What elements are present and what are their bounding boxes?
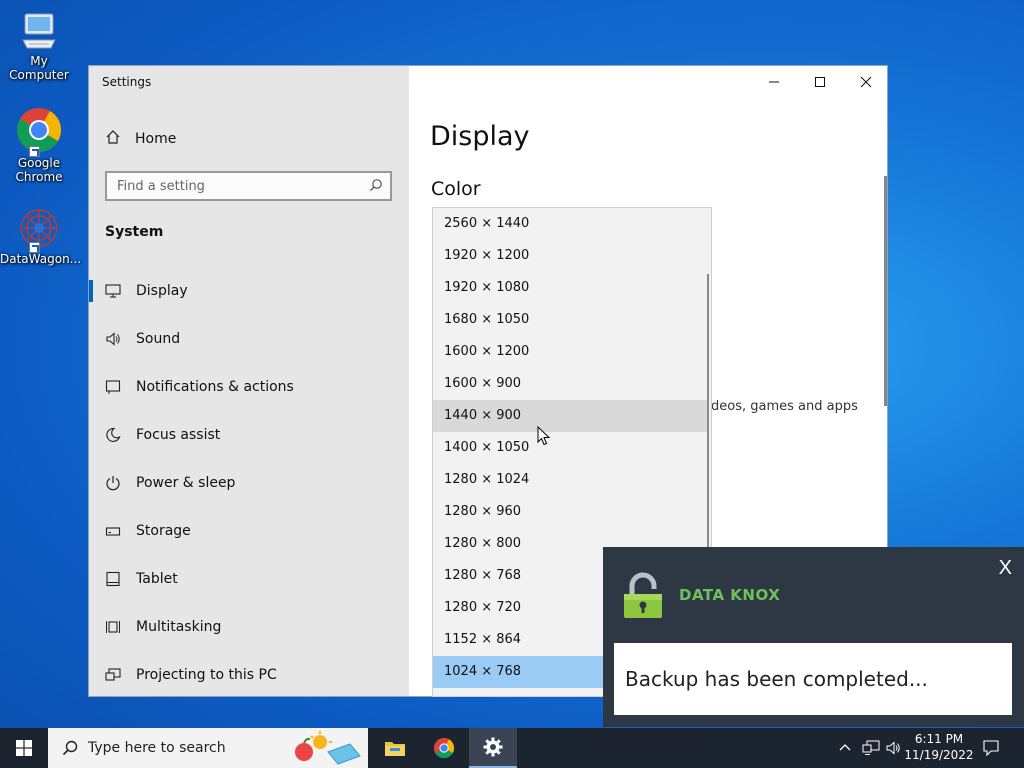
resolution-option[interactable]: 1280 × 1024 [433,464,708,496]
find-setting-input[interactable]: Find a setting [105,171,392,201]
page-title: Display [430,121,530,152]
minimize-button[interactable] [751,66,797,98]
close-button[interactable] [843,66,887,98]
nav-item-label: Sound [136,331,181,347]
power-icon [105,475,121,491]
folder-icon [385,742,405,756]
nav-item-label: Projecting to this PC [136,667,277,683]
resolution-option[interactable]: 1440 × 900 [433,400,708,432]
partially-hidden-text: deos, games and apps [711,399,858,414]
nav-item-multitasking[interactable]: Multitasking [89,607,409,647]
speaker-icon [105,331,121,347]
maximize-icon [815,77,825,87]
nav-item-label: Notifications & actions [136,379,294,395]
nav-item-label: Power & sleep [136,475,236,491]
nav-item-label: Focus assist [136,427,221,443]
multitasking-icon [105,619,121,635]
resolution-option[interactable]: 1600 × 900 [433,368,708,400]
windows-logo-icon [16,740,32,756]
desktop-icon-label: My Computer [9,54,69,82]
home-link[interactable]: Home [105,129,176,149]
nav-item-power-sleep[interactable]: Power & sleep [89,463,409,503]
resolution-option[interactable]: 2560 × 1440 [433,208,708,240]
clock-time: 6:11 PM [914,732,964,746]
taskbar: Type here to search 6:11 PM 11/19/2022 [0,728,1024,768]
nav-item-notifications[interactable]: Notifications & actions [89,367,409,407]
nav-item-storage[interactable]: Storage [89,511,409,551]
projecting-icon [105,667,121,683]
chrome-icon [433,737,455,759]
nav-item-focus-assist[interactable]: Focus assist [89,415,409,455]
resolution-option[interactable]: 1600 × 1200 [433,336,708,368]
datawagon-icon [15,206,63,253]
search-highlight-icon [292,730,364,768]
notification-icon [983,740,999,757]
desktop-icon-google-chrome[interactable]: Google Chrome [0,106,78,184]
toast-close-button[interactable]: X [999,557,1012,580]
taskbar-file-explorer[interactable] [371,728,419,768]
clock-date: 11/19/2022 [904,748,974,762]
volume-tray-button[interactable] [886,728,902,768]
maximize-button[interactable] [797,66,843,98]
network-icon [862,740,880,755]
desktop-icon-my-computer[interactable]: My Computer [0,10,78,82]
chrome-icon [15,106,63,157]
nav-item-display[interactable]: Display [89,271,409,311]
section-heading: System [105,224,164,240]
resolution-option[interactable]: 1680 × 1050 [433,304,708,336]
tablet-icon [105,571,121,587]
chevron-up-icon [839,744,851,751]
close-icon [860,76,872,88]
speaker-icon [886,741,900,755]
padlock-icon [622,572,664,624]
notification-icon [105,379,121,395]
action-center-button[interactable] [982,728,1000,768]
nav-item-label: Display [136,283,188,299]
shortcut-arrow-icon [29,146,40,157]
storage-icon [105,523,121,539]
minimize-icon [769,81,779,83]
start-button[interactable] [0,728,48,768]
window-title: Settings [102,75,152,89]
gear-icon [483,737,503,757]
monitor-icon [105,283,121,299]
desktop-icon-label: DataWagon... [0,252,82,266]
shortcut-arrow-icon [29,242,40,253]
computer-icon [17,10,61,54]
taskbar-settings[interactable] [469,728,517,768]
home-icon [105,129,121,149]
settings-sidebar: Settings Home Find a setting System Disp… [89,66,409,696]
resolution-option[interactable]: 1920 × 1200 [433,240,708,272]
resolution-option[interactable]: 1280 × 960 [433,496,708,528]
search-placeholder: Find a setting [117,178,205,194]
resolution-option[interactable]: 1920 × 1080 [433,272,708,304]
nav-item-label: Tablet [136,571,178,587]
resolution-option[interactable]: 1400 × 1050 [433,432,708,464]
main-scrollbar[interactable] [884,176,887,406]
search-icon [369,178,383,196]
home-label: Home [135,131,177,147]
desktop-icon-label: Google Chrome [15,156,63,184]
moon-icon [105,427,121,443]
nav-item-label: Multitasking [136,619,222,635]
show-hidden-icons-button[interactable] [838,728,852,768]
nav-item-label: Storage [136,523,191,539]
data-knox-notification: X DATA KNOX Backup has been completed... [603,547,1024,727]
toast-brand-name: DATA KNOX [679,586,781,604]
search-icon [62,740,78,756]
network-tray-button[interactable] [862,728,880,768]
nav-item-projecting[interactable]: Projecting to this PC [89,655,409,695]
section-title: Color [431,178,481,200]
mouse-cursor-icon [537,426,551,446]
toast-message: Backup has been completed... [614,643,1012,715]
taskbar-chrome[interactable] [420,728,468,768]
nav-item-tablet[interactable]: Tablet [89,559,409,599]
nav-item-sound[interactable]: Sound [89,319,409,359]
desktop-icon-datawagon[interactable]: DataWagon... [0,206,82,266]
taskbar-clock[interactable]: 6:11 PM 11/19/2022 [904,731,974,763]
taskbar-search-box[interactable]: Type here to search [48,728,368,768]
taskbar-search-placeholder: Type here to search [88,740,226,756]
